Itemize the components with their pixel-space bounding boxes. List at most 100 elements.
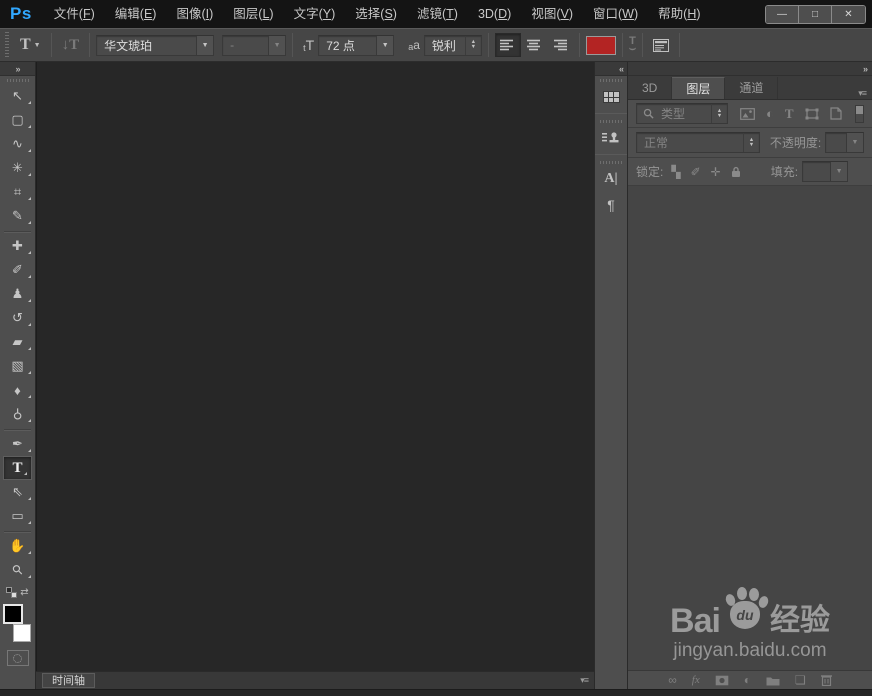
type-tool[interactable]: T [3, 456, 32, 480]
menu-item-edit[interactable]: 编辑(E) [105, 0, 167, 28]
timeline-menu-icon[interactable]: ▾≡ [580, 675, 589, 686]
menu-item-image[interactable]: 图像(I) [166, 0, 223, 28]
layers-panel-menu-icon[interactable]: ▾≡ [858, 88, 867, 99]
font-style-select[interactable]: - ▼ [222, 34, 287, 56]
fill-select[interactable]: ▼ [802, 161, 849, 182]
opacity-select[interactable]: ▼ [825, 132, 864, 153]
lock-position-icon[interactable]: ✛ [711, 165, 721, 179]
lasso-tool[interactable]: ∿ [0, 132, 35, 156]
shape-filter-icon[interactable] [805, 108, 819, 120]
menu-item-layer[interactable]: 图层(L) [223, 0, 283, 28]
align-center-button[interactable] [521, 33, 547, 57]
brush-tool[interactable]: ✐ [0, 258, 35, 282]
toolbar-grip[interactable] [0, 76, 35, 84]
eraser-tool[interactable]: ▰ [0, 330, 35, 354]
text-orientation-button[interactable]: ↓T [58, 37, 84, 54]
dock-grip[interactable] [595, 158, 627, 166]
lock-all-icon[interactable] [731, 166, 741, 178]
maximize-button[interactable]: □ [799, 5, 832, 23]
document-area: 时间轴 ▾≡ [36, 62, 594, 689]
minimize-button[interactable]: — [766, 5, 799, 23]
text-color-swatch[interactable] [585, 35, 616, 55]
layer-mask-icon[interactable] [715, 675, 729, 686]
layer-filter-select[interactable]: 类型 ▲ ▼ [636, 103, 728, 124]
menu-item-filter[interactable]: 滤镜(T) [407, 0, 468, 28]
dock-expand-button[interactable]: « [595, 62, 627, 76]
toolbar-collapse-button[interactable]: » [0, 62, 35, 76]
type-filter-icon[interactable]: T [785, 106, 794, 122]
path-selection-tool[interactable]: ⇖ [0, 480, 35, 504]
history-brush-tool[interactable]: ↺ [0, 306, 35, 330]
quick-mask-button[interactable] [6, 650, 29, 666]
align-left-button[interactable] [494, 33, 521, 57]
adjustment-filter-icon[interactable]: ◐ [766, 106, 774, 121]
clone-source-panel-button[interactable] [595, 125, 627, 151]
background-color-swatch[interactable] [12, 624, 31, 642]
canvas-workspace[interactable] [36, 62, 594, 671]
dock-grip[interactable] [595, 76, 627, 84]
blend-mode-select[interactable]: 正常 ▲ ▼ [636, 132, 760, 153]
foreground-color-swatch[interactable] [2, 604, 23, 624]
new-group-icon[interactable] [766, 675, 780, 686]
chevron-down-icon: ▼ [846, 133, 863, 152]
link-layers-icon[interactable]: ∞ [668, 673, 677, 687]
type-tool-preset-button[interactable]: T ▼ [16, 36, 45, 54]
hand-tool[interactable]: ✋ [0, 534, 35, 558]
delete-layer-icon[interactable] [820, 674, 832, 686]
lock-row: 锁定: ▚ ✐ ✛ 填充: ▼ [628, 158, 872, 186]
tab-timeline[interactable]: 时间轴 [42, 673, 95, 688]
eyedropper-tool[interactable]: ✎ [0, 204, 35, 228]
anti-alias-select[interactable]: 锐利 ▲ ▼ [423, 34, 482, 56]
swatches-panel-button[interactable] [595, 84, 627, 110]
layers-filter-row: 类型 ▲ ▼ ◐ T [628, 100, 872, 128]
close-button[interactable]: ✕ [832, 5, 865, 23]
gradient-tool[interactable]: ▧ [0, 354, 35, 378]
paragraph-panel-button[interactable]: ¶ [595, 192, 627, 218]
blend-mode-row: 正常 ▲ ▼ 不透明度: ▼ [628, 128, 872, 158]
swap-colors-icon[interactable]: ⇄ [20, 587, 28, 598]
tab-3d[interactable]: 3D [628, 77, 673, 99]
spot-healing-brush-tool[interactable]: ✚ [0, 234, 35, 258]
main-area: » ↖ ▢ ∿ ✳ ⌗ ✎ ✚ ✐ ♟ ↺ ▰ ▧ ♦ ⚲ ✒ T ⇖ ▭ ✋ … [0, 62, 872, 689]
filter-toggle-switch[interactable] [855, 104, 864, 123]
warp-text-button[interactable]: T ⌣ [629, 36, 636, 55]
font-family-select[interactable]: 华文琥珀 ▼ [96, 34, 215, 56]
clone-stamp-tool[interactable]: ♟ [0, 282, 35, 306]
layer-style-icon[interactable]: fx [692, 674, 700, 686]
move-tool[interactable]: ↖ [0, 84, 35, 108]
panel-collapse-button[interactable]: » [628, 62, 872, 76]
adjustment-layer-icon[interactable]: ◐ [744, 673, 751, 687]
font-size-select[interactable]: 72 点 ▼ [318, 34, 395, 56]
rectangular-marquee-tool[interactable]: ▢ [0, 108, 35, 132]
rectangle-tool[interactable]: ▭ [0, 504, 35, 528]
type-icon: T [12, 459, 23, 476]
blur-tool[interactable]: ♦ [0, 378, 35, 402]
default-colors-icon[interactable] [6, 586, 18, 598]
menu-item-3d[interactable]: 3D(D) [468, 0, 521, 28]
new-layer-icon[interactable]: ❏ [795, 673, 806, 687]
magic-wand-tool[interactable]: ✳ [0, 156, 35, 180]
pixel-filter-icon[interactable] [740, 107, 755, 120]
menu-item-window[interactable]: 窗口(W) [583, 0, 648, 28]
dock-grip[interactable] [595, 117, 627, 125]
menu-item-type[interactable]: 文字(Y) [284, 0, 346, 28]
options-grip[interactable] [3, 32, 10, 58]
layers-list-empty[interactable]: Bai du 经验 jingyan.baidu.com [628, 186, 872, 670]
align-right-button[interactable] [547, 33, 573, 57]
dodge-tool[interactable]: ⚲ [0, 402, 35, 426]
toggle-panels-button[interactable] [649, 38, 673, 52]
lock-transparency-icon[interactable]: ▚ [671, 165, 680, 179]
character-panel-button[interactable]: A| [595, 166, 627, 192]
pen-tool[interactable]: ✒ [0, 432, 35, 456]
tab-channels[interactable]: 通道 [725, 77, 779, 99]
tab-layers[interactable]: 图层 [672, 77, 726, 99]
smart-object-filter-icon[interactable] [829, 107, 842, 120]
zoom-tool[interactable]: ⚲ [0, 558, 35, 582]
menu-item-view[interactable]: 视图(V) [521, 0, 583, 28]
crop-tool[interactable]: ⌗ [0, 180, 35, 204]
color-mini-controls: ⇄ [0, 582, 35, 602]
menu-item-file[interactable]: 文件(F) [44, 0, 105, 28]
menu-item-help[interactable]: 帮助(H) [648, 0, 710, 28]
lock-paint-icon[interactable]: ✐ [691, 165, 701, 179]
menu-item-select[interactable]: 选择(S) [345, 0, 407, 28]
